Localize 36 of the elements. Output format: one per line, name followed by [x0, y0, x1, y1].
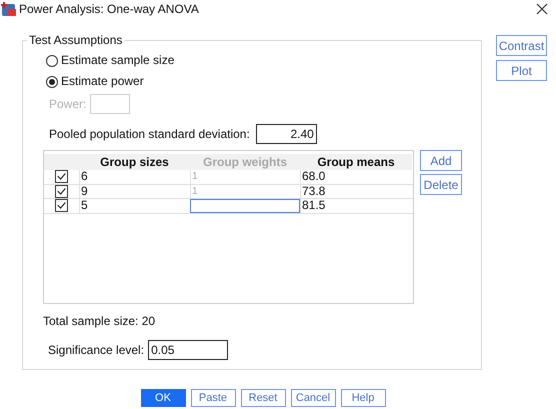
- input-field[interactable]: 2.40: [256, 124, 317, 144]
- dialog-button[interactable]: Reset: [240, 389, 286, 407]
- checkbox[interactable]: [55, 199, 68, 212]
- input-field: [90, 94, 130, 114]
- table-cell[interactable]: 81.5: [300, 199, 412, 212]
- table-button[interactable]: Add: [420, 150, 462, 171]
- total-text: Total sample size: 20: [43, 314, 156, 328]
- window-title: Power Analysis: One-way ANOVA: [19, 2, 199, 16]
- table-cell[interactable]: [190, 199, 300, 212]
- field-label: Significance level:: [48, 343, 144, 357]
- checkbox[interactable]: [55, 184, 68, 198]
- app-icon: [1, 1, 17, 17]
- dialog-button[interactable]: Help: [340, 389, 386, 407]
- table-button[interactable]: Delete: [420, 174, 462, 195]
- side-button[interactable]: Contrast: [496, 35, 547, 56]
- input-field[interactable]: 0.05: [148, 340, 228, 360]
- field-label: Pooled population standard deviation:: [49, 127, 250, 141]
- side-button[interactable]: Plot: [496, 60, 547, 81]
- column-header: Group weights: [190, 154, 300, 170]
- table-cell[interactable]: 5: [79, 199, 190, 212]
- dialog-button[interactable]: OK: [140, 389, 186, 407]
- column-header: Group sizes: [79, 154, 190, 170]
- table-cell[interactable]: 6: [79, 170, 190, 184]
- close-icon[interactable]: [536, 3, 548, 15]
- table-cell[interactable]: 73.8: [300, 184, 412, 198]
- dialog-button[interactable]: Paste: [190, 389, 236, 407]
- column-header: Group means: [300, 154, 412, 170]
- dialog-button[interactable]: Cancel: [290, 389, 336, 407]
- table-cell[interactable]: 68.0: [300, 170, 412, 184]
- header-cell: [44, 154, 79, 170]
- table-cell[interactable]: 9: [79, 184, 190, 198]
- field-label: Power:: [49, 97, 86, 111]
- radio-option[interactable]: Estimate sample size: [46, 54, 174, 67]
- group-title: Test Assumptions: [27, 33, 124, 47]
- checkbox[interactable]: [55, 170, 68, 184]
- radio-option[interactable]: Estimate power: [46, 75, 144, 88]
